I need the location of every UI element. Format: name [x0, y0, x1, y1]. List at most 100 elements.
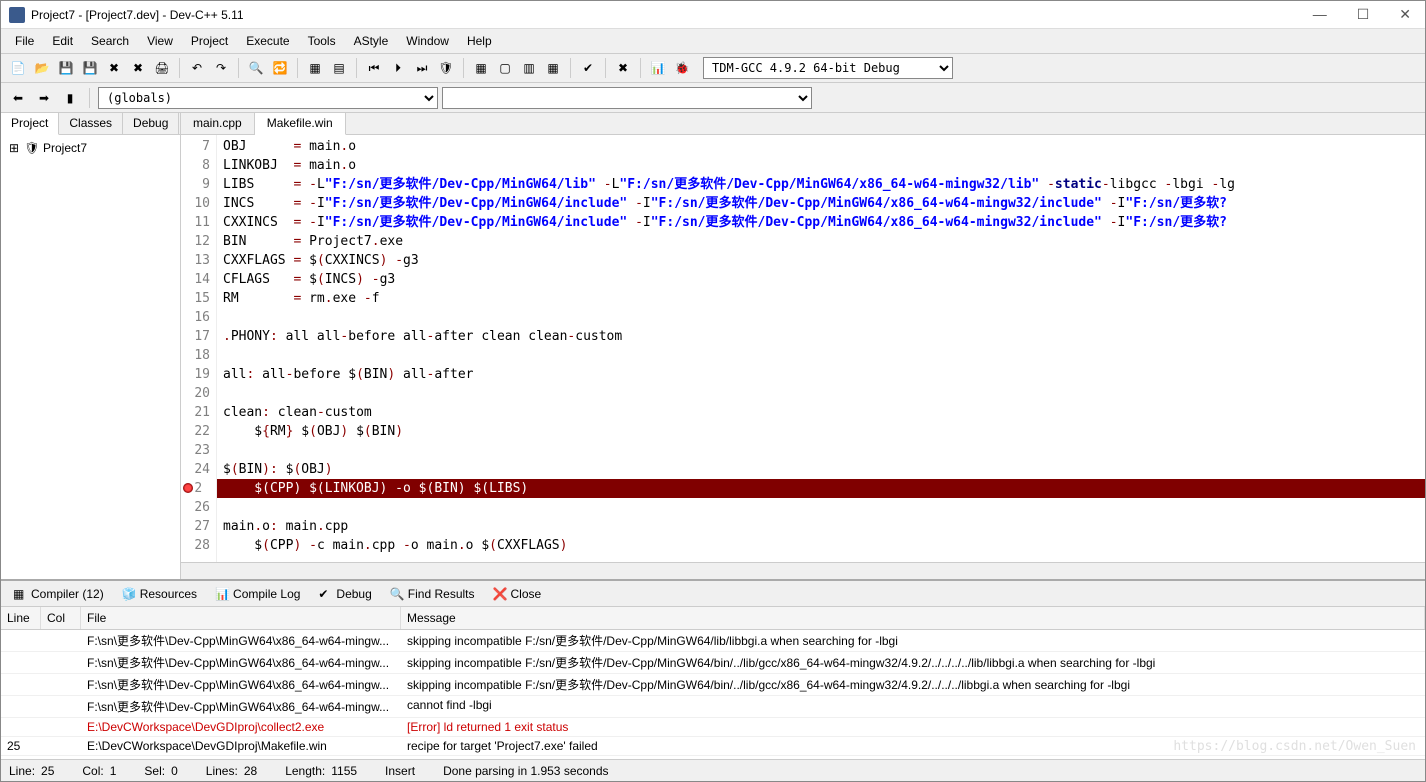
- message-cell-msg: recipe for target 'Project7.exe' failed: [401, 737, 1425, 755]
- open-file-icon[interactable]: 📂: [31, 57, 53, 79]
- message-cell-msg: skipping incompatible F:/sn/更多软件/Dev-Cpp…: [401, 652, 1425, 673]
- project-label: Project7: [43, 141, 87, 155]
- message-cell-msg: skipping incompatible F:/sn/更多软件/Dev-Cpp…: [401, 630, 1425, 651]
- goto-icon[interactable]: ▤: [328, 57, 350, 79]
- menu-execute[interactable]: Execute: [238, 31, 297, 51]
- left-tab-project[interactable]: Project: [1, 113, 59, 135]
- grid2-icon[interactable]: ▢: [494, 57, 516, 79]
- header-file: File: [81, 607, 401, 629]
- project-tree-root[interactable]: ⊞ 🛡 Project7: [5, 139, 176, 157]
- code-editor[interactable]: 7891011121314151617181920212223242 26272…: [181, 135, 1425, 562]
- save-icon[interactable]: 💾: [55, 57, 77, 79]
- compiler-dropdown[interactable]: TDM-GCC 4.9.2 64-bit Debug: [703, 57, 953, 79]
- replace-icon[interactable]: 🔁: [269, 57, 291, 79]
- menu-window[interactable]: Window: [398, 31, 457, 51]
- menu-tools[interactable]: Tools: [300, 31, 344, 51]
- bottom-tab-label: Resources: [140, 587, 197, 601]
- message-cell-line: [1, 696, 41, 717]
- bottom-tab-3[interactable]: ✔Debug: [310, 583, 379, 605]
- print-icon[interactable]: 🖨: [151, 57, 173, 79]
- menubar: FileEditSearchViewProjectExecuteToolsASt…: [1, 29, 1425, 53]
- editor-area: main.cppMakefile.win 7891011121314151617…: [181, 113, 1425, 579]
- message-cell-file: E:\DevCWorkspace\DevGDIproj\Makefile.win: [81, 737, 401, 755]
- close-all-icon[interactable]: ✖: [127, 57, 149, 79]
- maximize-button[interactable]: ☐: [1351, 6, 1376, 23]
- file-tab-1[interactable]: Makefile.win: [255, 113, 346, 135]
- find-icon[interactable]: 🔍: [245, 57, 267, 79]
- separator: [297, 58, 298, 78]
- member-dropdown[interactable]: [442, 87, 812, 109]
- message-row[interactable]: F:\sn\更多软件\Dev-Cpp\MinGW64\x86_64-w64-mi…: [1, 674, 1425, 696]
- forward-icon[interactable]: ➡: [33, 87, 55, 109]
- main-area: ProjectClassesDebug ⊞ 🛡 Project7 main.cp…: [1, 113, 1425, 579]
- bottom-tab-0[interactable]: ▦Compiler (12): [5, 583, 112, 605]
- grid1-icon[interactable]: ▦: [470, 57, 492, 79]
- check-icon: ✔: [318, 587, 332, 601]
- menu-help[interactable]: Help: [459, 31, 500, 51]
- redo-icon[interactable]: ↷: [210, 57, 232, 79]
- message-cell-msg: cannot find -lbgi: [401, 696, 1425, 717]
- bottom-tab-4[interactable]: 🔍Find Results: [382, 583, 483, 605]
- bookmark2-icon[interactable]: ▮: [59, 87, 81, 109]
- code-lines[interactable]: OBJ = main.oLINKOBJ = main.oLIBS = -L"F:…: [217, 135, 1425, 562]
- left-tab-classes[interactable]: Classes: [59, 113, 123, 134]
- message-row[interactable]: F:\sn\更多软件\Dev-Cpp\MinGW64\x86_64-w64-mi…: [1, 696, 1425, 718]
- menu-project[interactable]: Project: [183, 31, 236, 51]
- project-tree[interactable]: ⊞ 🛡 Project7: [1, 135, 180, 161]
- menu-view[interactable]: View: [139, 31, 181, 51]
- compile-run-icon[interactable]: ⏭: [411, 57, 433, 79]
- menu-astyle[interactable]: AStyle: [346, 31, 397, 51]
- statusbar: Line:25 Col:1 Sel:0 Lines:28 Length:1155…: [1, 759, 1425, 781]
- message-cell-line: [1, 718, 41, 736]
- file-tab-0[interactable]: main.cpp: [181, 113, 255, 134]
- rebuild-icon[interactable]: 🛡: [435, 57, 457, 79]
- message-table-header: Line Col File Message: [1, 607, 1425, 630]
- run-prev-icon[interactable]: ⏮: [363, 57, 385, 79]
- expand-icon[interactable]: ⊞: [7, 141, 21, 155]
- cancel-icon[interactable]: ✖: [612, 57, 634, 79]
- message-cell-line: 25: [1, 737, 41, 755]
- new-file-icon[interactable]: 📄: [7, 57, 29, 79]
- menu-search[interactable]: Search: [83, 31, 137, 51]
- bottom-tab-1[interactable]: 🧊Resources: [114, 583, 205, 605]
- status-length-value: 1155: [331, 764, 357, 778]
- close-button[interactable]: ✕: [1393, 6, 1417, 23]
- bottom-tab-label: Find Results: [408, 587, 475, 601]
- compile-icon[interactable]: ⏵: [387, 57, 409, 79]
- undo-icon[interactable]: ↶: [186, 57, 208, 79]
- line-gutter: 7891011121314151617181920212223242 26272…: [181, 135, 217, 562]
- message-cell-col: [41, 696, 81, 717]
- left-panel-tabs: ProjectClassesDebug: [1, 113, 180, 135]
- message-row[interactable]: F:\sn\更多软件\Dev-Cpp\MinGW64\x86_64-w64-mi…: [1, 652, 1425, 674]
- separator: [605, 58, 606, 78]
- bottom-panel: ▦Compiler (12)🧊Resources📊Compile Log✔Deb…: [1, 579, 1425, 759]
- debug-icon[interactable]: 🐞: [671, 57, 693, 79]
- separator: [238, 58, 239, 78]
- check-icon[interactable]: ✔: [577, 57, 599, 79]
- window-buttons: — ☐ ✕: [1307, 6, 1417, 23]
- menu-edit[interactable]: Edit: [44, 31, 81, 51]
- grid4-icon[interactable]: ▦: [542, 57, 564, 79]
- message-row[interactable]: 25 E:\DevCWorkspace\DevGDIproj\Makefile.w…: [1, 737, 1425, 756]
- menu-file[interactable]: File: [7, 31, 42, 51]
- minimize-button[interactable]: —: [1307, 6, 1333, 23]
- message-row[interactable]: F:\sn\更多软件\Dev-Cpp\MinGW64\x86_64-w64-mi…: [1, 630, 1425, 652]
- bottom-tab-5[interactable]: ❌Close: [485, 583, 550, 605]
- profile-icon[interactable]: 📊: [647, 57, 669, 79]
- save-all-icon[interactable]: 💾: [79, 57, 101, 79]
- app-icon: [9, 7, 25, 23]
- bottom-tab-2[interactable]: 📊Compile Log: [207, 583, 308, 605]
- close-file-icon[interactable]: ✖: [103, 57, 125, 79]
- message-row[interactable]: E:\DevCWorkspace\DevGDIproj\collect2.exe…: [1, 718, 1425, 737]
- grid3-icon[interactable]: ▥: [518, 57, 540, 79]
- left-tab-debug[interactable]: Debug: [123, 113, 179, 134]
- message-cell-line: [1, 630, 41, 651]
- scope-dropdown[interactable]: (globals): [98, 87, 438, 109]
- horizontal-scrollbar[interactable]: [181, 562, 1425, 579]
- compiler-messages-table[interactable]: Line Col File Message F:\sn\更多软件\Dev-Cpp…: [1, 607, 1425, 759]
- bookmark-icon[interactable]: ▦: [304, 57, 326, 79]
- back-icon[interactable]: ⬅: [7, 87, 29, 109]
- message-cell-file: F:\sn\更多软件\Dev-Cpp\MinGW64\x86_64-w64-mi…: [81, 674, 401, 695]
- message-cell-col: [41, 652, 81, 673]
- bars-icon: 📊: [215, 587, 229, 601]
